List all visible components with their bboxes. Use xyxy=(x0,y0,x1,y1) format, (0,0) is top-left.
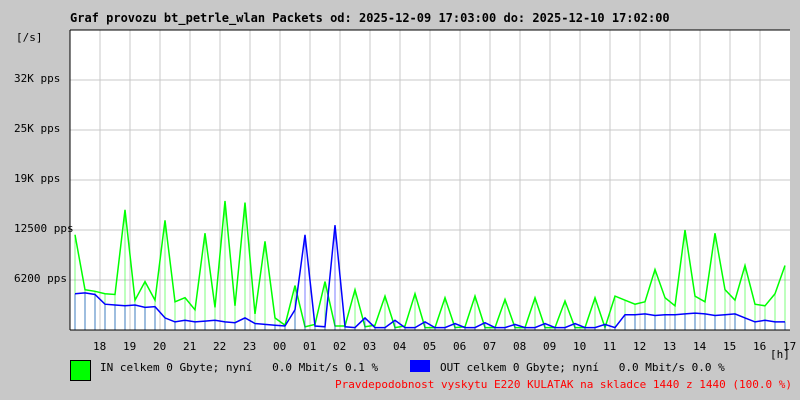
x-tick-label: 10 xyxy=(573,340,587,353)
x-tick-label: 08 xyxy=(513,340,527,353)
x-tick-label: 06 xyxy=(453,340,467,353)
y-tick-label: 25K pps xyxy=(14,122,61,135)
x-tick-label: 01 xyxy=(303,340,317,353)
x-tick-label: 13 xyxy=(663,340,677,353)
x-tick-label: 15 xyxy=(723,340,737,353)
in-legend-swatch xyxy=(70,360,91,381)
x-tick-label: 14 xyxy=(693,340,707,353)
x-tick-label: 22 xyxy=(213,340,227,353)
x-tick-label: 00 xyxy=(273,340,287,353)
x-tick-label: 09 xyxy=(543,340,557,353)
out-legend-text: OUT celkem 0 Gbyte; nyní 0.0 Mbit/s 0.0 … xyxy=(440,361,725,374)
y-tick-label: 19K pps xyxy=(14,172,61,185)
y-tick-label: 6200 pps xyxy=(14,272,67,285)
y-tick-label: 12500 pps xyxy=(14,222,74,235)
x-tick-label: 17 xyxy=(783,340,797,353)
x-tick-label: 03 xyxy=(363,340,377,353)
out-legend-swatch xyxy=(410,360,430,372)
x-tick-label: 11 xyxy=(603,340,617,353)
traffic-graph: Graf provozu bt_petrle_wlan Packets od: … xyxy=(0,0,800,400)
x-tick-label: 19 xyxy=(123,340,137,353)
in-legend-text: IN celkem 0 Gbyte; nyní 0.0 Mbit/s 0.1 % xyxy=(100,361,379,374)
x-tick-label: 18 xyxy=(93,340,107,353)
x-tick-label: 05 xyxy=(423,340,437,353)
x-tick-label: 12 xyxy=(633,340,647,353)
x-tick-label: 07 xyxy=(483,340,497,353)
x-tick-label: 23 xyxy=(243,340,257,353)
x-tick-label: 02 xyxy=(333,340,347,353)
warning-text: Pravdepodobnost vyskytu E220 KULATAK na … xyxy=(335,378,792,391)
x-tick-label: 21 xyxy=(183,340,197,353)
y-tick-label: 32K pps xyxy=(14,72,61,85)
x-tick-label: 20 xyxy=(153,340,167,353)
x-tick-label: 16 xyxy=(753,340,767,353)
x-tick-label: 04 xyxy=(393,340,407,353)
